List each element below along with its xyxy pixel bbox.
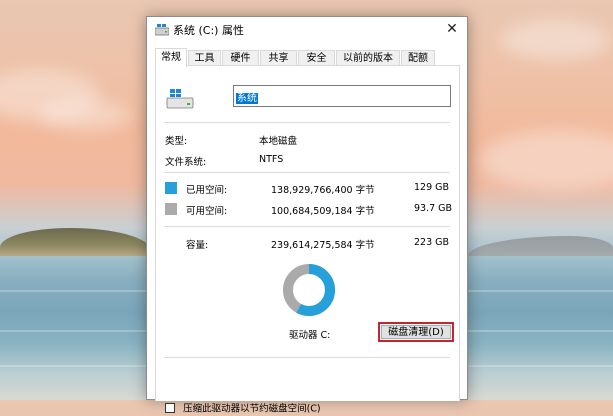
- tab-label: 安全: [306, 53, 327, 64]
- tab-quota[interactable]: 配额: [401, 50, 435, 66]
- capacity-size: 223 GB: [414, 237, 450, 248]
- compress-drive-checkbox[interactable]: [165, 402, 175, 413]
- divider: [164, 357, 450, 358]
- filesystem-label: 文件系统:: [165, 157, 207, 168]
- background-cloud: [480, 130, 613, 190]
- divider: [164, 172, 450, 173]
- capacity-label: 容量:: [186, 240, 209, 251]
- used-space-swatch: [165, 182, 177, 194]
- drive-name-input[interactable]: 系统: [233, 85, 451, 107]
- tab-security[interactable]: 安全: [298, 50, 335, 66]
- used-space-bytes: 138,929,766,400 字节: [271, 185, 375, 196]
- window-title: 系统 (C:) 属性: [173, 24, 244, 37]
- background-cloud: [40, 100, 130, 130]
- tab-general[interactable]: 常规: [155, 48, 187, 67]
- background-island: [0, 228, 150, 256]
- close-button[interactable]: ✕: [437, 17, 467, 41]
- windows-drive-icon: [166, 89, 194, 109]
- general-panel: 系统 类型: 本地磁盘 文件系统: NTFS 已用空间: 138,929,766…: [155, 65, 460, 415]
- tab-label: 以前的版本: [343, 53, 393, 64]
- tab-strip: 常规 工具 硬件 共享 安全 以前的版本 配额: [155, 48, 461, 67]
- divider: [164, 122, 450, 123]
- divider: [164, 226, 450, 227]
- tab-label: 硬件: [230, 53, 251, 64]
- tab-sharing[interactable]: 共享: [260, 50, 297, 66]
- used-space-label: 已用空间:: [186, 185, 228, 196]
- tab-label: 工具: [194, 53, 215, 64]
- background-headland: [468, 236, 613, 256]
- tab-label: 配额: [408, 53, 428, 64]
- used-space-size: 129 GB: [414, 182, 450, 193]
- disk-cleanup-button-label: 磁盘清理(D): [381, 325, 451, 339]
- type-value: 本地磁盘: [259, 136, 298, 147]
- background-cloud: [500, 20, 610, 60]
- tab-tools[interactable]: 工具: [188, 50, 221, 66]
- type-label: 类型:: [165, 136, 188, 147]
- drive-letter-label: 驱动器 C:: [289, 330, 331, 341]
- drive-icon: [155, 24, 169, 36]
- disk-cleanup-button[interactable]: 磁盘清理(D): [378, 322, 454, 342]
- title-bar[interactable]: 系统 (C:) 属性 ✕: [147, 17, 467, 43]
- tab-previous-versions[interactable]: 以前的版本: [336, 50, 400, 66]
- filesystem-value: NTFS: [259, 154, 284, 165]
- compress-drive-label: 压缩此驱动器以节约磁盘空间(C): [183, 403, 321, 415]
- tab-hardware[interactable]: 硬件: [222, 50, 259, 66]
- tab-label: 共享: [268, 53, 289, 64]
- tab-label: 常规: [161, 52, 181, 63]
- free-space-swatch: [165, 203, 177, 215]
- free-space-bytes: 100,684,509,184 字节: [271, 206, 375, 217]
- close-icon: ✕: [446, 21, 458, 37]
- properties-dialog: 系统 (C:) 属性 ✕ 常规 工具 硬件 共享 安全 以前的版本 配额 系统 …: [146, 16, 468, 415]
- disk-usage-donut: [283, 264, 335, 316]
- free-space-size: 93.7 GB: [414, 203, 453, 214]
- free-space-label: 可用空间:: [186, 206, 228, 217]
- drive-name-selected-text: 系统: [236, 93, 258, 104]
- capacity-bytes: 239,614,275,584 字节: [271, 240, 375, 251]
- compress-drive-option[interactable]: 压缩此驱动器以节约磁盘空间(C): [165, 397, 321, 415]
